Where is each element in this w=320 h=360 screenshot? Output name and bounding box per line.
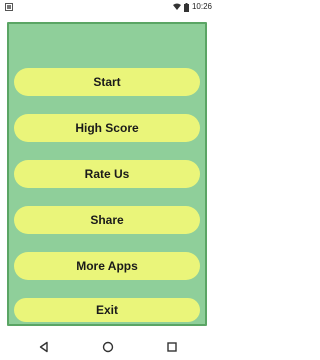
status-bar: 10:26: [0, 0, 216, 14]
navigation-bar: [0, 334, 216, 360]
menu-panel: Start High Score Rate Us Share More Apps…: [7, 22, 207, 326]
notification-icon: [5, 3, 13, 11]
battery-icon: [183, 2, 189, 12]
high-score-button[interactable]: High Score: [14, 114, 200, 142]
share-button[interactable]: Share: [14, 206, 200, 234]
back-icon[interactable]: [38, 341, 50, 353]
home-icon[interactable]: [102, 341, 114, 353]
start-button[interactable]: Start: [14, 68, 200, 96]
rate-us-button[interactable]: Rate Us: [14, 160, 200, 188]
wifi-icon: [172, 3, 181, 10]
recents-icon[interactable]: [166, 341, 178, 353]
exit-button[interactable]: Exit: [14, 298, 200, 322]
more-apps-button[interactable]: More Apps: [14, 252, 200, 280]
app-body: Start High Score Rate Us Share More Apps…: [0, 14, 216, 334]
status-time: 10:26: [191, 2, 212, 11]
status-indicators: 10:26: [172, 1, 212, 13]
